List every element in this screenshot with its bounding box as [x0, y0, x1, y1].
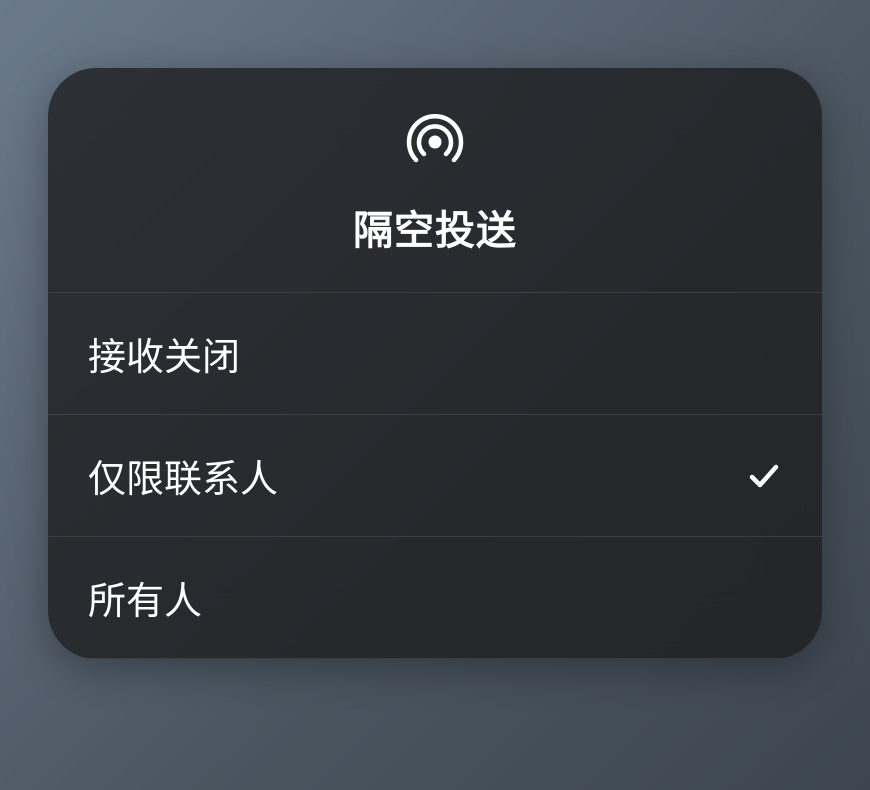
airdrop-settings-panel: 隔空投送 接收关闭 仅限联系人 所有人: [48, 68, 822, 659]
option-contacts-only[interactable]: 仅限联系人: [48, 415, 822, 537]
option-label: 接收关闭: [88, 326, 240, 381]
option-label: 所有人: [88, 570, 202, 625]
checkmark-icon: [746, 458, 782, 494]
panel-title: 隔空投送: [353, 198, 517, 256]
option-everyone[interactable]: 所有人: [48, 537, 822, 659]
airdrop-icon: [402, 108, 468, 174]
panel-header: 隔空投送: [48, 68, 822, 293]
option-receiving-off[interactable]: 接收关闭: [48, 293, 822, 415]
option-label: 仅限联系人: [88, 448, 278, 503]
options-list: 接收关闭 仅限联系人 所有人: [48, 293, 822, 659]
